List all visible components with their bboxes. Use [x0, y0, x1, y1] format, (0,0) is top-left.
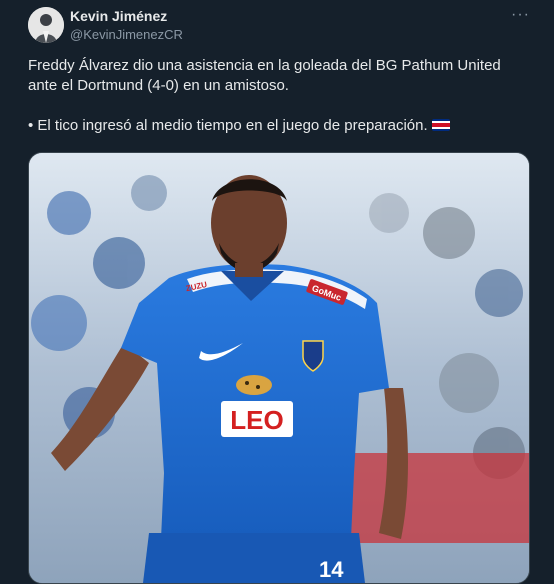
- tweet-line-2-text: • El tico ingresó al medio tiempo en el …: [28, 117, 428, 134]
- costa-rica-flag-icon: [431, 119, 450, 131]
- more-horizontal-icon[interactable]: ···: [511, 6, 530, 24]
- shirt-number: 14: [319, 557, 344, 582]
- tweet: Kevin Jiménez @KevinJimenezCR ··· Freddy…: [0, 0, 554, 584]
- tweet-text: Freddy Álvarez dio una asistencia en la …: [28, 56, 528, 136]
- author-handle[interactable]: @KevinJimenezCR: [70, 27, 183, 42]
- author-name[interactable]: Kevin Jiménez: [70, 8, 167, 24]
- tweet-media[interactable]: LEO GoMuc ZUZU 14: [28, 152, 530, 584]
- sponsor-text: LEO: [230, 405, 283, 435]
- leopard-logo-icon: [236, 375, 272, 395]
- avatar[interactable]: [28, 7, 64, 43]
- tweet-line-1: Freddy Álvarez dio una asistencia en la …: [28, 57, 501, 94]
- tweet-line-2: • El tico ingresó al medio tiempo en el …: [28, 116, 528, 136]
